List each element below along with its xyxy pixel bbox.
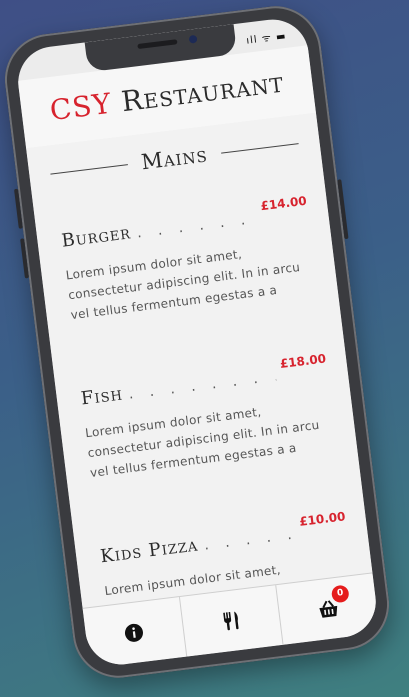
menu-item-description: Lorem ipsum dolor sit amet, consectetur … [84,404,321,480]
tab-info[interactable] [82,597,187,669]
status-icons: ıll ᯤ ▬ [245,30,288,47]
phone-device: ıll ᯤ ▬ CSY Restaurant Mains Burger . . … [0,1,395,683]
brand-accent: CSY [48,86,114,128]
menu-item-price: £18.00 [279,351,327,371]
menu-item-name: Fish [79,383,124,410]
speaker-icon [137,39,178,50]
menu-item-price: £14.00 [259,193,308,214]
cutlery-icon [223,611,239,631]
menu-item-name: Burger [60,222,133,252]
info-icon [125,623,144,642]
menu-content[interactable]: Mains Burger . . . . . . . . . . . . . .… [26,112,373,609]
menu-item[interactable]: Burger . . . . . . . . . . . . . . . . .… [37,194,338,328]
camera-icon [188,34,198,44]
section-title: Mains [139,142,209,175]
dot-leader: . . . . . . . . . . . . . . . . . . . [127,368,277,403]
menu-item-price: £10.00 [298,509,347,529]
dot-leader: . . . . . . . . . . . . . . . . . . . [136,211,257,242]
tab-basket[interactable]: 0 [277,573,380,644]
menu-item[interactable]: Fish . . . . . . . . . . . . . . . . . .… [56,351,357,486]
menu-item-name: Kids Pizza [99,534,200,568]
dot-leader: . . . . . . . . . . . . . . . . . . . [203,527,296,554]
divider [49,163,128,175]
divider [221,142,299,154]
tab-menu[interactable] [179,585,284,657]
menu-item-description: Lorem ipsum dolor sit amet, consectetur … [65,246,301,323]
brand-name: Restaurant [119,65,286,119]
